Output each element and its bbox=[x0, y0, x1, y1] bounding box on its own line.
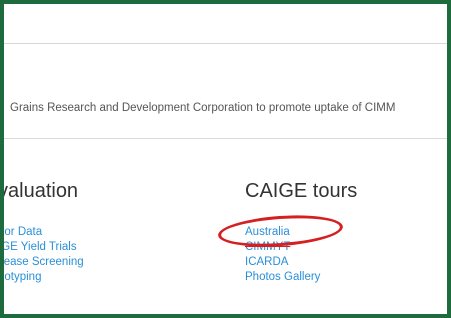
caige-yield-trials-link[interactable]: IGE Yield Trials bbox=[4, 241, 77, 253]
caige-tours-column: CAIGE tours Australia CIMMYT ICARDA Phot… bbox=[245, 180, 357, 285]
evaluation-column: valuation nor Data IGE Yield Trials seas… bbox=[0, 180, 84, 285]
link-item: IGE Yield Trials bbox=[4, 240, 84, 255]
intro-text: Grains Research and Development Corporat… bbox=[10, 102, 396, 114]
cimmyt-link[interactable]: CIMMYT bbox=[245, 241, 290, 253]
link-item: nor Data bbox=[4, 225, 84, 240]
header-divider bbox=[4, 43, 447, 44]
link-item: sease Screening bbox=[4, 255, 84, 270]
link-item: ICARDA bbox=[245, 255, 357, 270]
caige-tours-links: Australia CIMMYT ICARDA Photos Gallery bbox=[245, 225, 357, 285]
screenshot-frame: Grains Research and Development Corporat… bbox=[0, 0, 451, 318]
section-divider bbox=[4, 138, 447, 139]
evaluation-heading: valuation bbox=[0, 180, 79, 202]
link-item: Photos Gallery bbox=[245, 270, 357, 285]
genotyping-link[interactable]: notyping bbox=[4, 271, 41, 283]
link-item: CIMMYT bbox=[245, 240, 357, 255]
donor-data-link[interactable]: nor Data bbox=[4, 226, 42, 238]
evaluation-links: nor Data IGE Yield Trials sease Screenin… bbox=[4, 225, 84, 285]
link-item: Australia bbox=[245, 225, 357, 240]
icarda-link[interactable]: ICARDA bbox=[245, 256, 288, 268]
australia-link[interactable]: Australia bbox=[245, 226, 290, 238]
photos-gallery-link[interactable]: Photos Gallery bbox=[245, 271, 320, 283]
link-item: notyping bbox=[4, 270, 84, 285]
disease-screening-link[interactable]: sease Screening bbox=[4, 256, 84, 268]
caige-tours-heading: CAIGE tours bbox=[245, 180, 358, 202]
